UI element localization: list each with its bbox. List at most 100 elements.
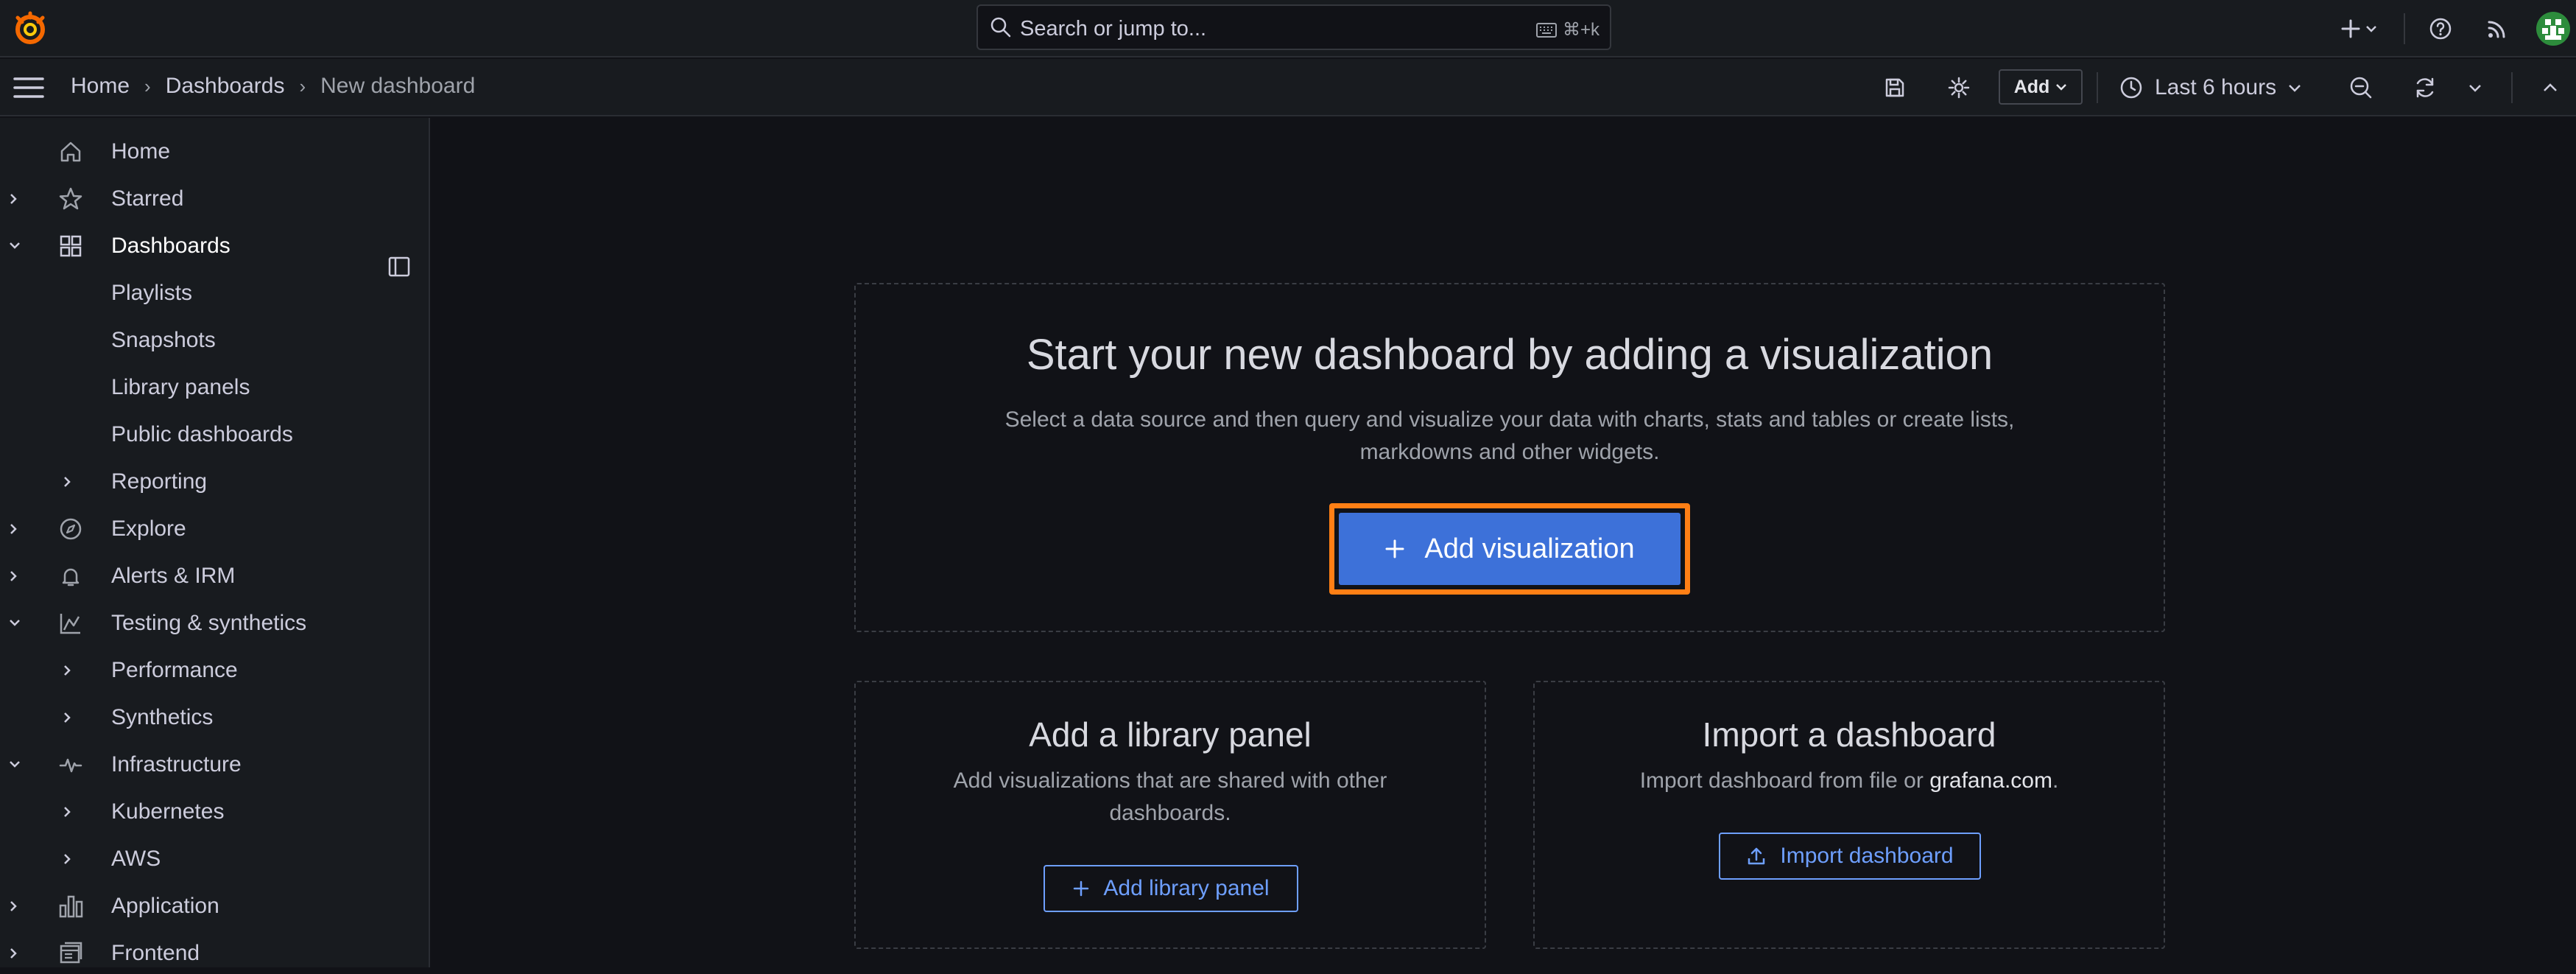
time-range-label: Last 6 hours [2155,75,2277,99]
sidebar-item-label: Starred [111,186,184,211]
frontend-icon [56,939,85,968]
chevron-right-icon[interactable] [61,474,73,489]
chevron-right-icon[interactable] [7,192,27,206]
sidebar-item-label: Synthetics [111,705,214,729]
sidebar-item-public-dashboards[interactable]: Public dashboards [0,414,430,455]
breadcrumb-dashboards[interactable]: Dashboards [166,74,285,99]
time-range-picker[interactable]: Last 6 hours [2119,69,2301,106]
library-title: Add a library panel [1029,715,1312,754]
sidebar-item-starred[interactable]: Starred [0,178,430,220]
avatar[interactable] [2535,10,2572,47]
sidebar-item-label: Playlists [111,281,193,305]
sidebar-item-snapshots[interactable]: Snapshots [0,320,430,361]
chevron-down-icon[interactable] [7,759,27,771]
add-label: Add [2013,76,2050,97]
breadcrumb: Home › Dashboards › New dashboard [71,74,475,99]
library-description-line2: dashboards. [1109,801,1231,825]
sidebar-item-label: Frontend [111,941,200,965]
chevron-right-icon[interactable] [7,522,27,536]
keyboard-icon [1535,22,1557,38]
chevron-right-icon[interactable] [7,946,27,961]
sidebar-item-label: Infrastructure [111,752,242,777]
sidebar-item-library-panels[interactable]: Library panels [0,367,430,408]
sidebar-item-alerts[interactable]: Alerts & IRM [0,556,430,597]
chevron-right-icon: › [299,74,306,97]
sidebar-item-frontend[interactable]: Frontend [0,933,430,974]
sidebar-item-label: Kubernetes [111,799,225,824]
rss-icon [2486,18,2508,40]
search-bar[interactable]: Search or jump to... ⌘+k [976,4,1611,50]
new-menu-button[interactable] [2333,10,2385,47]
chevron-right-icon[interactable] [7,899,27,914]
import-description-text: Import dashboard from file or [1639,768,1930,793]
plus-icon [2340,18,2361,39]
search-icon [990,16,1012,38]
refresh-interval-button[interactable] [2457,69,2494,106]
breadcrumb-home[interactable]: Home [71,74,130,99]
sidebar-item-explore[interactable]: Explore [0,508,430,550]
plus-icon [1384,539,1405,559]
hero-title: Start your new dashboard by adding a vis… [1026,331,1993,379]
grafana-logo[interactable] [12,10,49,47]
chevron-down-icon[interactable] [7,240,27,252]
chevron-right-icon[interactable] [7,569,27,584]
bell-icon [56,561,85,591]
sidebar-item-kubernetes[interactable]: Kubernetes [0,791,430,833]
import-description-end: . [2052,768,2059,793]
import-dashboard-card: Import a dashboard Import dashboard from… [1533,681,2165,949]
sidebar-item-label: Public dashboards [111,422,293,446]
grafana-link[interactable]: grafana.com [1929,768,2052,793]
save-button[interactable] [1876,69,1913,106]
sidebar-item-label: Reporting [111,469,208,494]
chevron-down-icon[interactable] [7,617,27,629]
sidebar-item-reporting[interactable]: Reporting [0,461,430,502]
chevron-right-icon[interactable] [61,805,73,819]
sidebar-item-aws[interactable]: AWS [0,838,430,880]
chevron-right-icon: › [144,74,151,97]
refresh-button[interactable] [2407,69,2443,106]
sidebar-item-label: Performance [111,658,238,682]
sidebar-item-home[interactable]: Home [0,131,430,172]
chevron-right-icon[interactable] [61,710,73,725]
menu-toggle-button[interactable] [13,72,44,103]
add-dropdown-button[interactable]: Add [1999,69,2083,105]
sidebar-nav: Home Starred Dashboards Playlists Snapsh… [0,118,430,967]
add-library-panel-button[interactable]: Add library panel [1044,865,1298,912]
divider [2511,72,2513,103]
collapse-toolbar-button[interactable] [2532,69,2569,106]
zoom-out-icon [2349,76,2373,99]
sidebar-item-infrastructure[interactable]: Infrastructure [0,744,430,785]
library-description-line1: Add visualizations that are shared with … [953,768,1387,793]
zoom-out-button[interactable] [2343,69,2379,106]
chevron-down-icon [2055,83,2067,91]
bar-chart-icon [56,891,85,921]
top-bar: Search or jump to... ⌘+k [0,0,2576,57]
gear-icon [1947,76,1971,99]
sidebar-item-label: Explore [111,516,186,541]
clock-icon [2119,76,2143,99]
sidebar-item-dashboards[interactable]: Dashboards [0,225,430,267]
divider [2097,72,2098,103]
news-button[interactable] [2479,10,2516,47]
sidebar-item-label: Alerts & IRM [111,564,236,588]
import-dashboard-button[interactable]: Import dashboard [1719,833,1981,880]
sidebar-item-playlists[interactable]: Playlists [0,273,430,314]
settings-button[interactable] [1940,69,1977,106]
sidebar-item-testing[interactable]: Testing & synthetics [0,603,430,644]
sidebar-item-synthetics[interactable]: Synthetics [0,697,430,738]
hamburger-icon [13,77,44,98]
chevron-right-icon[interactable] [61,852,73,866]
add-visualization-button[interactable]: Add visualization [1339,513,1681,585]
synthetics-icon [56,609,85,638]
hero-description-line2: markdowns and other widgets. [1359,440,1660,464]
sidebar-item-label: Library panels [111,375,250,399]
star-icon [56,184,85,214]
search-shortcut: ⌘+k [1535,19,1600,41]
home-icon [56,137,85,167]
sidebar-item-application[interactable]: Application [0,886,430,927]
shortcut-text: ⌘+k [1562,20,1600,40]
sidebar-item-performance[interactable]: Performance [0,650,430,691]
chevron-right-icon[interactable] [61,663,73,678]
help-button[interactable] [2422,10,2459,47]
sidebar-item-label: Testing & synthetics [111,611,307,635]
